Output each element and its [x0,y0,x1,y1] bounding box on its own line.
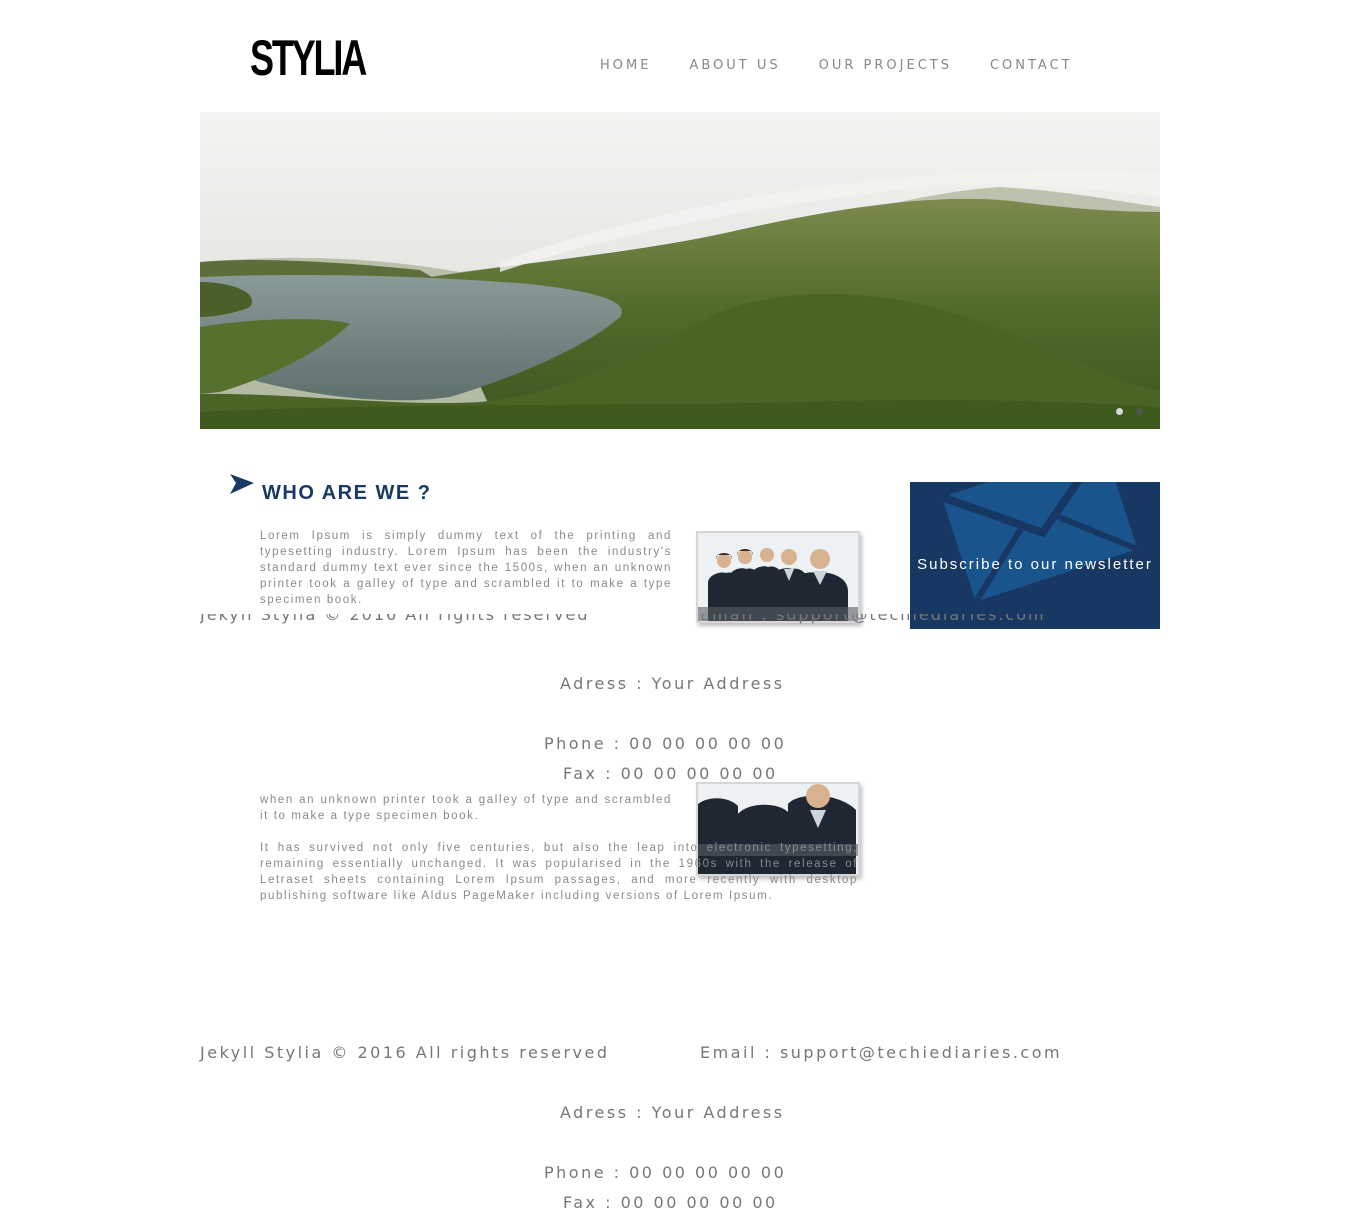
about-paragraph: Lorem Ipsum is simply dummy text of the … [260,530,672,606]
nav-home[interactable]: HOME [600,58,651,73]
footer-email[interactable]: Email : support@techiediaries.com [700,1043,1062,1062]
overlay-fax: Fax : 00 00 00 00 00 [563,764,778,783]
nav-our-projects[interactable]: OUR PROJECTS [819,58,952,73]
team-photo [696,531,860,623]
slider-dot-2[interactable] [1136,408,1143,415]
nav-about-us[interactable]: ABOUT US [689,58,780,73]
hero-slider[interactable] [200,112,1160,429]
main-nav: HOME ABOUT US OUR PROJECTS CONTACT [600,58,1111,73]
overlay-address: Adress : Your Address [560,674,785,693]
footer-copyright: Jekyll Stylia © 2016 All rights reserved [200,1043,610,1062]
site-logo[interactable]: STYLIA [250,30,367,86]
arrow-icon [230,474,254,494]
footer-fax: Fax : 00 00 00 00 00 [563,1193,778,1212]
about-paragraph-tail: when an unknown printer took a galley of… [260,794,672,822]
newsletter-label: Subscribe to our newsletter [917,556,1153,573]
newsletter-box[interactable]: Subscribe to our newsletter [910,482,1160,629]
ghost-email: Email : support@techiediaries.com [700,614,1046,624]
section-title: WHO ARE WE ? [262,482,432,504]
footer-address: Adress : Your Address [560,1103,785,1122]
ghost-copyright: Jekyll Stylia © 2016 All rights reserved [200,614,590,624]
footer-phone: Phone : 00 00 00 00 00 [544,1163,787,1182]
nav-contact[interactable]: CONTACT [990,58,1073,73]
about-paragraph-2: It has survived not only five centuries,… [260,842,858,902]
overlay-phone: Phone : 00 00 00 00 00 [544,734,787,753]
slider-dot-1[interactable] [1116,408,1123,415]
ghost-footer-line: Jekyll Stylia © 2016 All rights reserved… [200,614,1080,630]
hero-landscape-image [200,112,1160,429]
